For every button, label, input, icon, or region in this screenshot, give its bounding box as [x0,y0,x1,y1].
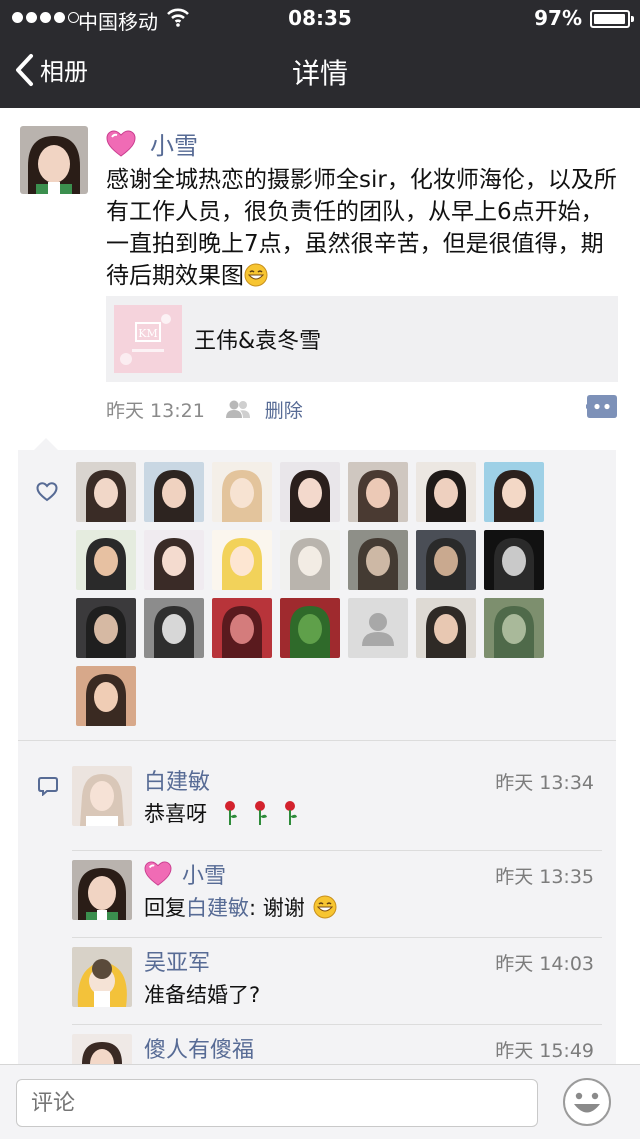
status-bar: 中国移动 08:35 97% [0,0,640,36]
comment-separator [72,937,602,938]
liker-avatar[interactable] [348,598,408,658]
likes-grid [76,462,544,726]
commenter-avatar[interactable] [72,1034,132,1064]
commenter-name[interactable]: 吴亚军 [144,945,210,977]
comment-input[interactable] [16,1079,538,1127]
battery-percent: 97% [534,6,582,30]
author-name[interactable]: 小雪 [150,126,198,161]
delete-button[interactable]: 删除 [265,396,303,423]
reply-prefix: 回复 [144,896,186,920]
share-thumbnail: KM [114,305,182,373]
page-title: 详情 [291,57,348,90]
emoji-button-icon[interactable] [562,1077,612,1127]
comment-time: 昨天 14:03 [495,953,594,975]
comment-text: 准备结婚了? [144,983,261,1007]
comment-item[interactable]: 吴亚军 昨天 14:03 准备结婚了? [72,947,602,1027]
likes-comments-panel: 白建敏 昨天 13:34 恭喜呀 小雪 昨天 13:35 回复白建敏: 谢谢 吴… [18,450,616,1064]
commenter-name[interactable]: 小雪 [182,858,226,890]
liker-avatar[interactable] [348,462,408,522]
panel-pointer [34,438,58,450]
post-text: 感谢全城热恋的摄影师全sir，化妆师海伦，以及所有工作人员，很负责任的团队，从早… [106,167,617,289]
liker-avatar[interactable] [144,598,204,658]
comment-input-bar [0,1064,640,1139]
comment-time: 昨天 15:49 [495,1040,594,1062]
liker-avatar[interactable] [280,462,340,522]
liker-avatar[interactable] [416,530,476,590]
comment-text: 回复白建敏: 谢谢 [144,892,337,922]
liker-avatar[interactable] [76,598,136,658]
comment-text: 恭喜呀 [144,798,306,828]
liker-avatar[interactable] [416,598,476,658]
shared-link-card[interactable]: KM 王伟&袁冬雪 [106,296,618,382]
comment-separator [72,850,602,851]
more-actions-icon[interactable] [586,394,618,420]
liker-avatar[interactable] [484,462,544,522]
liker-avatar[interactable] [76,462,136,522]
top-bar: 中国移动 08:35 97% 相册 详情 [0,0,640,108]
comment-item[interactable]: 小雪 昨天 13:35 回复白建敏: 谢谢 [72,860,602,940]
liker-avatar[interactable] [144,530,204,590]
reply-to-name[interactable]: 白建敏 [186,896,249,920]
heart-emoji-icon [106,129,136,157]
liker-avatar[interactable] [212,462,272,522]
rose-emoji-icon [224,801,297,825]
liker-avatar[interactable] [484,598,544,658]
panel-divider [18,740,616,741]
comment-time: 昨天 13:35 [495,866,594,888]
svg-text:KM: KM [138,327,157,340]
comment-text-content: : 谢谢 [249,896,305,920]
post-body: 感谢全城热恋的摄影师全sir，化妆师海伦，以及所有工作人员，很负责任的团队，从早… [106,164,626,292]
liker-avatar[interactable] [76,530,136,590]
commenter-name[interactable]: 傻人有傻福 [144,1032,254,1064]
commenter-avatar[interactable] [72,947,132,1007]
liker-avatar[interactable] [280,598,340,658]
liker-avatar[interactable] [212,530,272,590]
post-time: 昨天 13:21 [106,399,205,422]
share-title: 王伟&袁冬雪 [194,329,322,354]
author-avatar[interactable] [20,126,88,194]
comment-time: 昨天 13:34 [495,772,594,794]
like-heart-icon [36,482,58,502]
grin-emoji-icon [244,263,268,287]
liker-avatar[interactable] [144,462,204,522]
comment-bubble-icon [38,777,58,796]
commenter-avatar[interactable] [72,860,132,920]
comment-item[interactable]: 白建敏 昨天 13:34 恭喜呀 [72,766,602,852]
comment-item[interactable]: 傻人有傻福 昨天 15:49 [72,1034,602,1064]
liker-avatar[interactable] [348,530,408,590]
liker-avatar[interactable] [212,598,272,658]
comment-separator [72,1024,602,1025]
grin-emoji-icon [313,895,337,919]
liker-avatar[interactable] [416,462,476,522]
liker-avatar[interactable] [280,530,340,590]
comment-text-content: 恭喜呀 [144,802,207,826]
battery-icon [590,10,634,28]
post-meta: 昨天 13:21 删除 [106,392,618,426]
commenter-name[interactable]: 白建敏 [144,764,210,796]
navigation-bar: 相册 详情 [0,36,640,108]
heart-emoji-icon [144,861,172,886]
people-icon [225,400,250,418]
commenter-name-row: 小雪 [144,858,226,890]
liker-avatar[interactable] [484,530,544,590]
commenter-avatar[interactable] [72,766,132,826]
author-row: 小雪 [106,126,198,161]
liker-avatar[interactable] [76,666,136,726]
